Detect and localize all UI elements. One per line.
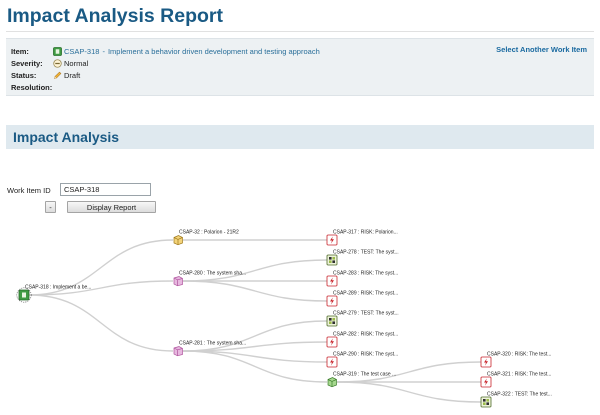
item-info-panel: Item: CSAP-318 - Implement a behavior dr… xyxy=(6,38,594,96)
story-icon xyxy=(53,46,62,56)
item-id-link[interactable]: CSAP-318 xyxy=(64,47,99,56)
item-value: CSAP-318 - Implement a behavior driven d… xyxy=(53,47,320,56)
status-value-wrap: Draft xyxy=(53,71,80,80)
graph-node-32[interactable]: CSAP-32 : Polarion - 21R2 xyxy=(173,230,239,246)
display-report-button[interactable]: Display Report xyxy=(67,201,156,213)
graph-node-label[interactable]: CSAP-279 : TEST: The syst... xyxy=(333,311,399,317)
severity-row: Severity: Normal xyxy=(11,57,88,69)
graph-node-317[interactable]: CSAP-317 : RISK: Polarion... xyxy=(326,230,398,246)
graph-node-label[interactable]: CSAP-278 : TEST: The syst... xyxy=(333,250,399,256)
feature-icon xyxy=(173,235,183,246)
title-divider xyxy=(6,31,594,32)
severity-label: Severity: xyxy=(11,58,43,68)
graph-node-320[interactable]: CSAP-320 : RISK: The test... xyxy=(480,352,551,368)
risk-icon xyxy=(326,356,338,368)
graph-node-label[interactable]: CSAP-280 : The system sha... xyxy=(179,271,246,277)
collapse-button[interactable]: - xyxy=(45,201,56,213)
status-value: Draft xyxy=(64,70,81,80)
test-icon xyxy=(326,315,338,327)
graph-node-279[interactable]: CSAP-279 : TEST: The syst... xyxy=(326,311,399,327)
draft-pencil-icon xyxy=(53,71,62,79)
page-title: Impact Analysis Report xyxy=(7,5,224,27)
graph-node-278[interactable]: CSAP-278 : TEST: The syst... xyxy=(326,250,399,266)
impact-analysis-section-header: Impact Analysis xyxy=(6,125,594,149)
severity-value-wrap: Normal xyxy=(53,59,88,68)
graph-node-283[interactable]: CSAP-283 : RISK: The syst... xyxy=(326,271,398,287)
risk-icon xyxy=(480,356,492,368)
requirement-icon xyxy=(173,276,183,287)
test-icon xyxy=(326,254,338,266)
graph-node-319[interactable]: CSAP-319 : The test case ... xyxy=(327,372,396,388)
item-label: Item: xyxy=(11,46,29,56)
graph-node-label[interactable]: CSAP-289 : RISK: The syst... xyxy=(333,291,398,297)
graph-edges xyxy=(28,239,482,403)
section-title: Impact Analysis xyxy=(13,129,120,145)
normal-severity-icon xyxy=(53,58,62,68)
status-row: Status: Draft xyxy=(11,69,80,81)
item-title-link[interactable]: Implement a behavior driven development … xyxy=(108,47,320,56)
graph-node-label[interactable]: CSAP-32 : Polarion - 21R2 xyxy=(179,230,239,236)
work-item-id-input[interactable] xyxy=(60,183,151,196)
resolution-label: Resolution: xyxy=(11,82,53,92)
graph-node-label[interactable]: CSAP-283 : RISK: The syst... xyxy=(333,271,398,277)
graph-node-label[interactable]: CSAP-322 : TEST: The test... xyxy=(487,392,552,398)
risk-icon xyxy=(326,336,338,348)
test-icon xyxy=(480,396,492,408)
graph-edge xyxy=(182,350,328,383)
graph-node-label[interactable]: CSAP-317 : RISK: Polarion... xyxy=(333,230,398,236)
graph-node-290[interactable]: CSAP-290 : RISK: The syst... xyxy=(326,352,398,368)
graph-node-289[interactable]: CSAP-289 : RISK: The syst... xyxy=(326,291,398,307)
graph-node-280[interactable]: CSAP-280 : The system sha... xyxy=(173,271,246,287)
risk-icon xyxy=(326,275,338,287)
select-another-work-item-link[interactable]: Select Another Work Item xyxy=(496,45,587,54)
graph-node-label[interactable]: CSAP-318 : Implement a be... xyxy=(25,285,91,291)
graph-node-322[interactable]: CSAP-322 : TEST: The test... xyxy=(480,392,552,408)
requirement-icon xyxy=(173,346,183,357)
impact-graph: CSAP-318 : Implement a be... CSAP-32 : Po… xyxy=(16,230,552,408)
risk-icon xyxy=(480,376,492,388)
graph-node-label[interactable]: CSAP-281 : The system sha... xyxy=(179,341,246,347)
resolution-row: Resolution: xyxy=(11,81,53,93)
risk-icon xyxy=(326,234,338,246)
graph-nodes: CSAP-318 : Implement a be... CSAP-32 : Po… xyxy=(16,230,552,408)
graph-node-label[interactable]: CSAP-290 : RISK: The syst... xyxy=(333,352,398,358)
item-separator: - xyxy=(102,46,105,56)
graph-node-label[interactable]: CSAP-282 : RISK: The syst... xyxy=(333,332,398,338)
risk-icon xyxy=(326,295,338,307)
graph-edge xyxy=(28,294,174,352)
graph-node-label[interactable]: CSAP-321 : RISK: The test... xyxy=(487,372,551,378)
graph-node-321[interactable]: CSAP-321 : RISK: The test... xyxy=(480,372,551,388)
testcase-icon xyxy=(327,377,337,388)
graph-node-318[interactable]: CSAP-318 : Implement a be... xyxy=(16,285,92,303)
item-row: Item: CSAP-318 - Implement a behavior dr… xyxy=(11,45,320,57)
graph-node-label[interactable]: CSAP-319 : The test case ... xyxy=(333,372,396,378)
severity-value: Normal xyxy=(64,58,89,68)
graph-edge xyxy=(182,280,328,302)
status-label: Status: xyxy=(11,70,37,80)
graph-node-282[interactable]: CSAP-282 : RISK: The syst... xyxy=(326,332,398,348)
work-item-id-label: Work Item ID xyxy=(7,186,51,195)
graph-edge xyxy=(336,381,482,403)
graph-node-label[interactable]: CSAP-320 : RISK: The test... xyxy=(487,352,551,358)
